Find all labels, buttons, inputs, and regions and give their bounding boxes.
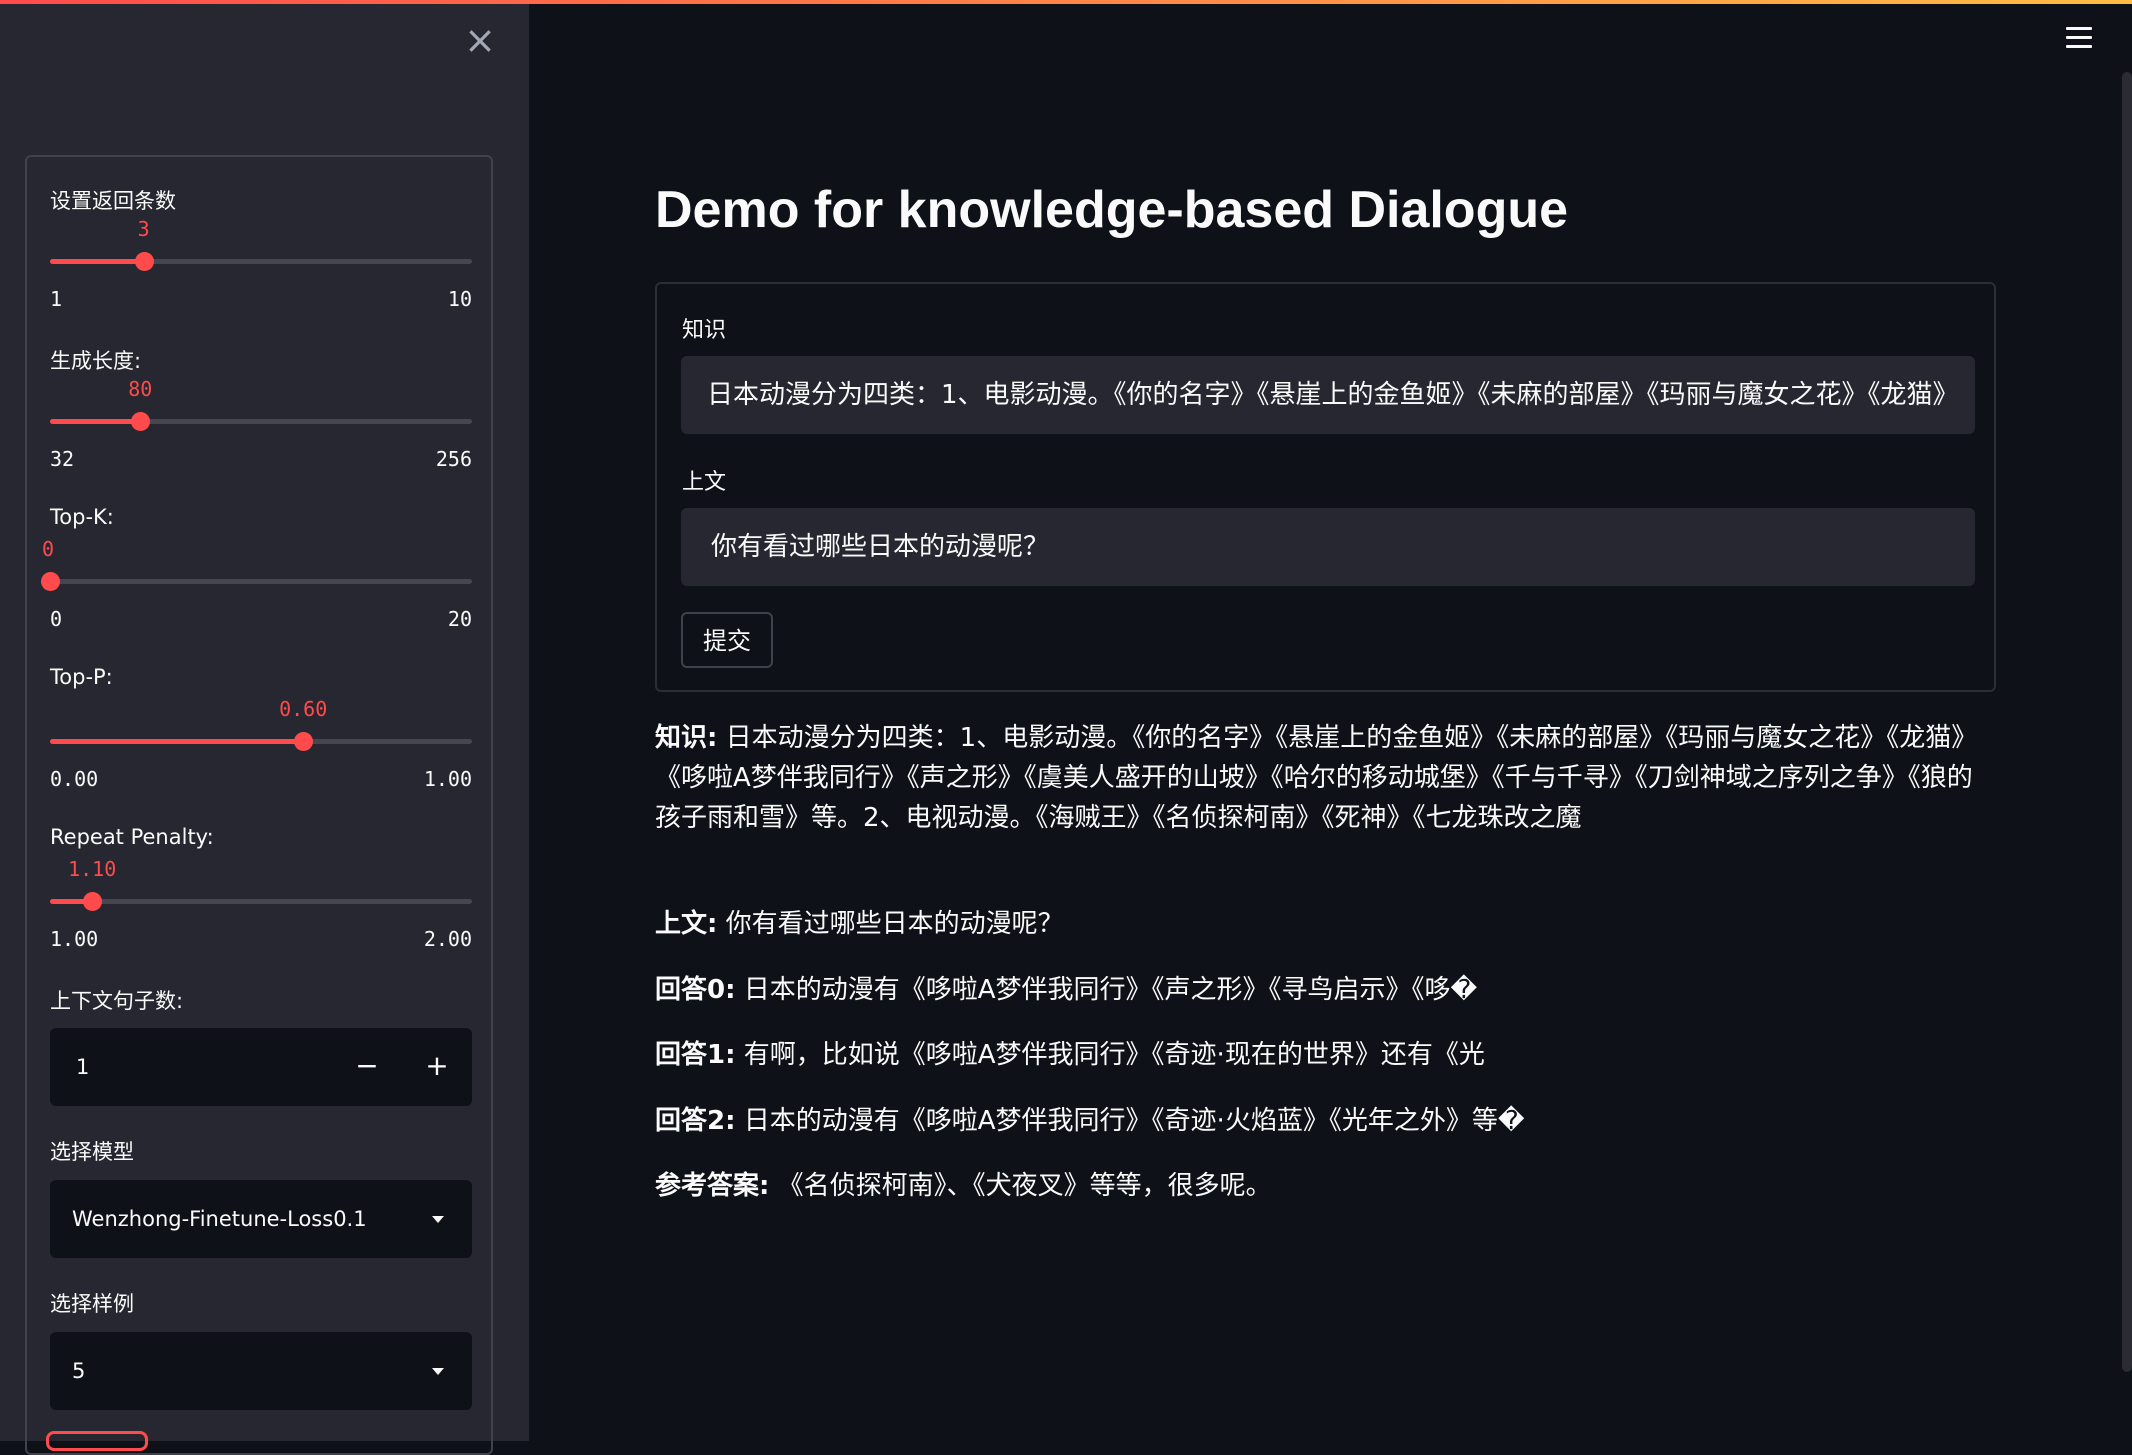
slider-label-return-count: 设置返回条数: [50, 189, 176, 213]
model-select-label: 选择模型: [50, 1140, 134, 1164]
output-label: 知识:: [655, 723, 718, 753]
input-form: 知识 日本动漫分为四类：1、电影动漫。《你的名字》《悬崖上的金鱼姬》《未麻的部屋…: [655, 282, 1996, 692]
slider-thumb[interactable]: [131, 412, 151, 431]
context-label: 上文: [682, 470, 727, 495]
slider-label-generation-length: 生成长度:: [50, 349, 142, 373]
example-select-value: 5: [72, 1359, 86, 1383]
slider-value: 1.10: [68, 857, 117, 881]
slider-label-top-k: Top-K:: [50, 505, 114, 529]
slider-thumb[interactable]: [41, 572, 60, 591]
sidebar: × 设置返回条数 3 1 10 生成长度: 80 32 256 Top-K: 0…: [0, 0, 529, 1455]
top-k-slider[interactable]: 0 0 20: [41, 537, 472, 631]
slider-label-top-p: Top-P:: [50, 665, 113, 689]
output-label: 参考答案:: [655, 1171, 770, 1201]
output-text: 《名侦探柯南》、《犬夜叉》等等，很多呢。: [777, 1171, 1272, 1201]
slider-thumb[interactable]: [294, 732, 314, 751]
example-select[interactable]: 5: [50, 1332, 472, 1410]
slider-fill: [50, 739, 304, 744]
slider-thumb[interactable]: [83, 892, 103, 911]
submit-button[interactable]: 提交: [681, 612, 773, 668]
slider-max: 20: [447, 607, 472, 631]
model-select[interactable]: Wenzhong-Finetune-Loss0.1: [50, 1180, 472, 1258]
slider-min: 0.00: [50, 767, 99, 791]
output-answer-1: 回答1: 有啊，比如说《哆啦A梦伴我同行》《奇迹·现在的世界》还有《光: [655, 1035, 1985, 1075]
output-text: 日本动漫分为四类：1、电影动漫。《你的名字》《悬崖上的金鱼姬》《未麻的部屋》《玛…: [655, 723, 1978, 833]
example-select-label: 选择样例: [50, 1292, 134, 1316]
knowledge-input[interactable]: 日本动漫分为四类：1、电影动漫。《你的名字》《悬崖上的金鱼姬》《未麻的部屋》《玛…: [681, 356, 1975, 434]
output-answer-2: 回答2: 日本的动漫有《哆啦A梦伴我同行》《奇迹·火焰蓝》《光年之外》等�: [655, 1101, 1985, 1141]
slider-thumb[interactable]: [134, 252, 154, 271]
output-label: 上文:: [655, 909, 718, 939]
top-p-slider[interactable]: 0.60 0.00 1.00: [50, 697, 472, 791]
output-answer-0: 回答0: 日本的动漫有《哆啦A梦伴我同行》《声之形》《寻鸟启示》《哆�: [655, 970, 1985, 1010]
hamburger-menu-icon[interactable]: [2066, 27, 2092, 49]
slider-value: 0.60: [279, 697, 328, 721]
slider-fill: [50, 419, 141, 424]
increment-button[interactable]: +: [402, 1028, 472, 1106]
output-text: 日本的动漫有《哆啦A梦伴我同行》《声之形》《寻鸟启示》《哆�: [743, 975, 1478, 1005]
slider-fill: [50, 259, 144, 264]
chevron-down-icon: [432, 1216, 444, 1223]
decrement-button[interactable]: −: [332, 1028, 402, 1106]
output-reference-answer: 参考答案: 《名侦探柯南》、《犬夜叉》等等，很多呢。: [655, 1166, 1985, 1206]
slider-max: 256: [435, 447, 472, 471]
slider-label-repeat-penalty: Repeat Penalty:: [50, 825, 214, 849]
scrollbar[interactable]: [2122, 72, 2132, 1372]
slider-value: 0: [42, 537, 55, 561]
context-input[interactable]: 你有看过哪些日本的动漫呢？: [681, 508, 1975, 586]
output-label: 回答1:: [655, 1040, 736, 1070]
close-icon[interactable]: ×: [464, 20, 496, 60]
top-decoration-bar: [0, 0, 2132, 4]
repeat-penalty-slider[interactable]: 1.10 1.00 2.00: [50, 857, 472, 951]
context-sentences-value[interactable]: 1: [76, 1028, 89, 1106]
slider-track: [50, 899, 472, 904]
context-sentences-number-input: 1 − +: [50, 1028, 472, 1106]
return-count-slider[interactable]: 3 1 10: [50, 217, 472, 311]
output-label: 回答0:: [655, 975, 736, 1005]
slider-min: 32: [50, 447, 75, 471]
slider-max: 1.00: [423, 767, 472, 791]
slider-value: 80: [128, 377, 153, 401]
output-label: 回答2:: [655, 1106, 736, 1136]
output-text: 日本的动漫有《哆啦A梦伴我同行》《奇迹·火焰蓝》《光年之外》等�: [743, 1106, 1525, 1136]
slider-value: 3: [137, 217, 150, 241]
output-context: 上文: 你有看过哪些日本的动漫呢？: [655, 904, 1985, 944]
slider-max: 10: [447, 287, 472, 311]
chevron-down-icon: [432, 1368, 444, 1375]
generation-length-slider[interactable]: 80 32 256: [50, 377, 472, 471]
context-sentences-label: 上下文句子数:: [50, 989, 184, 1013]
sidebar-button-partial[interactable]: [46, 1431, 148, 1451]
knowledge-label: 知识: [682, 318, 727, 343]
output-text: 你有看过哪些日本的动漫呢？: [725, 909, 1064, 939]
slider-min: 0: [50, 607, 63, 631]
slider-track: [50, 579, 472, 584]
model-select-value: Wenzhong-Finetune-Loss0.1: [72, 1207, 367, 1231]
slider-min: 1: [50, 287, 63, 311]
slider-min: 1.00: [50, 927, 99, 951]
output-knowledge: 知识: 日本动漫分为四类：1、电影动漫。《你的名字》《悬崖上的金鱼姬》《未麻的部…: [655, 718, 1985, 838]
slider-max: 2.00: [423, 927, 472, 951]
output-text: 有啊，比如说《哆啦A梦伴我同行》《奇迹·现在的世界》还有《光: [743, 1040, 1485, 1070]
page-title: Demo for knowledge-based Dialogue: [655, 181, 1569, 239]
